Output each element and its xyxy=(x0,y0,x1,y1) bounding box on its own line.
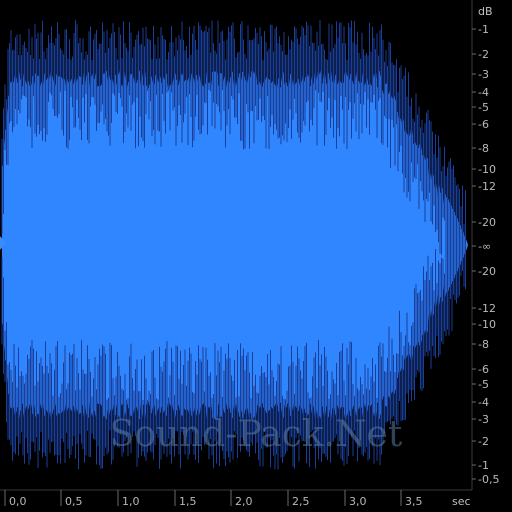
waveform-editor[interactable]: dB -1 -2 -3 -4 -5 -6 -8 -10 -12 -20 -∞ -20 -12 -10 -8 -… xyxy=(0,0,512,512)
db-label-bottom: -20 xyxy=(478,265,496,278)
time-label: 1,5 xyxy=(179,495,197,508)
db-label-top: -5 xyxy=(478,101,489,114)
db-label-bottom: -5 xyxy=(478,378,489,391)
db-unit-label: dB xyxy=(478,5,493,18)
db-label-top: -1 xyxy=(478,23,489,36)
db-label-top: -6 xyxy=(478,118,489,131)
db-label-bottom: -1 xyxy=(478,459,489,472)
db-label-bottom: -12 xyxy=(478,302,496,315)
time-label: 0,5 xyxy=(65,495,83,508)
db-label-top: -4 xyxy=(478,86,489,99)
time-label: 2,5 xyxy=(292,495,310,508)
db-label-top: -20 xyxy=(478,216,496,229)
db-label-bottom: -8 xyxy=(478,338,489,351)
db-label-top: -10 xyxy=(478,163,496,176)
time-label: 1,0 xyxy=(122,495,140,508)
time-label: 2,0 xyxy=(235,495,253,508)
db-label-top: -12 xyxy=(478,180,496,193)
db-label-bottom: -10 xyxy=(478,318,496,331)
db-label-top: -8 xyxy=(478,142,489,155)
time-label: 3,0 xyxy=(349,495,367,508)
watermark-text: Sound-Pack.Net xyxy=(109,414,403,455)
db-label-top: -2 xyxy=(478,48,489,61)
db-label-bottom: -4 xyxy=(478,396,489,409)
db-label-top: -3 xyxy=(478,68,489,81)
time-label: 0,0 xyxy=(9,495,27,508)
db-label-bottom: -0,5 xyxy=(478,473,499,486)
db-label-bottom: -6 xyxy=(478,363,489,376)
db-label-center: -∞ xyxy=(478,240,491,253)
time-unit-label: sec xyxy=(452,495,471,508)
time-label: 3,5 xyxy=(405,495,423,508)
